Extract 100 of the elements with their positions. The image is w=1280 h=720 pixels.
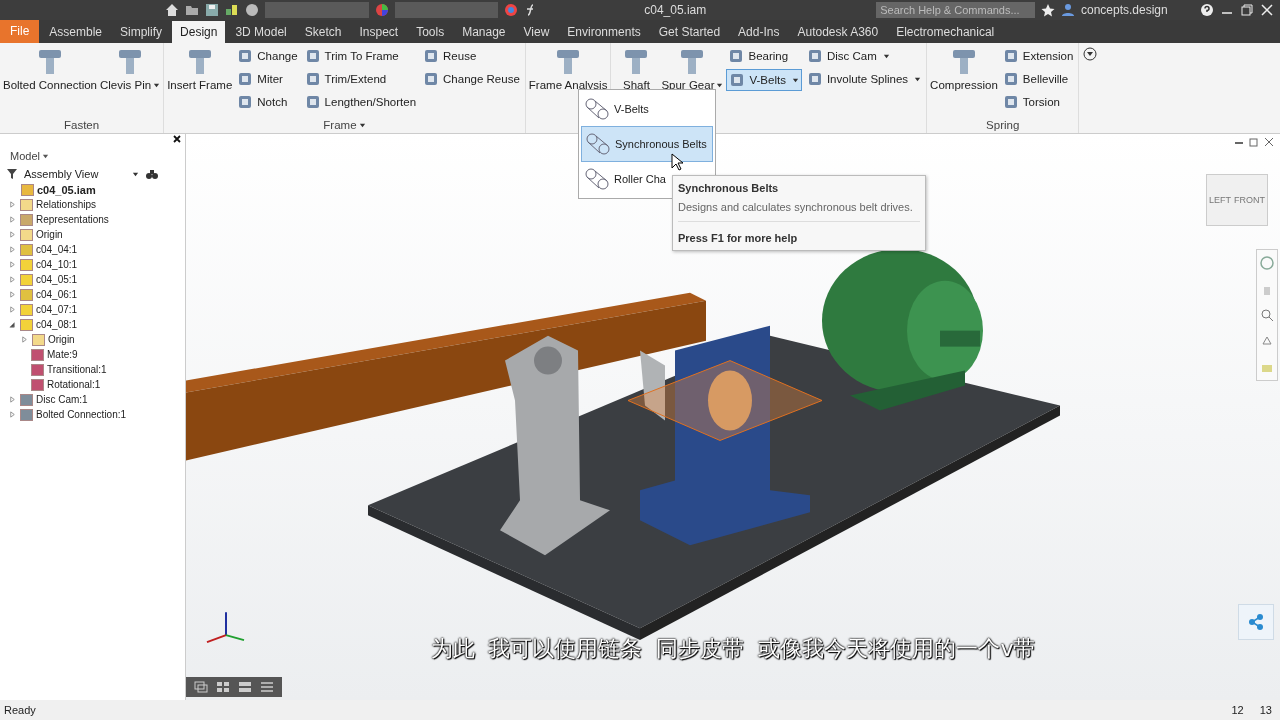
ribbon-tab[interactable]: Assemble bbox=[41, 21, 111, 43]
ribbon-button[interactable]: Lengthen/Shorten bbox=[302, 92, 419, 112]
component-icon bbox=[20, 273, 33, 286]
caret-icon[interactable] bbox=[358, 121, 366, 129]
restore-icon[interactable] bbox=[1249, 137, 1259, 147]
ribbon-button[interactable]: Trim/Extend bbox=[302, 69, 419, 89]
star-icon[interactable] bbox=[1040, 3, 1055, 17]
folder-icon[interactable] bbox=[185, 3, 199, 17]
tree-item[interactable]: Origin bbox=[36, 229, 63, 240]
ribbon-button[interactable]: Bolted Connection bbox=[3, 46, 97, 92]
ribbon-tab[interactable]: Manage bbox=[454, 21, 514, 43]
ribbon-tab[interactable]: Tools bbox=[408, 21, 453, 43]
ribbon-button[interactable]: V-Belts bbox=[726, 69, 802, 91]
group-label[interactable]: Frame bbox=[323, 119, 357, 131]
ribbon-button[interactable]: Insert Frame bbox=[167, 46, 233, 92]
zoom-icon[interactable] bbox=[1260, 308, 1274, 322]
ribbon-button[interactable]: Change Reuse bbox=[421, 69, 522, 89]
cube-face-label[interactable]: FRONT bbox=[1234, 195, 1265, 205]
cube-face-label[interactable]: LEFT bbox=[1209, 195, 1231, 205]
tree-item[interactable]: c04_05:1 bbox=[36, 274, 78, 285]
browser-title[interactable]: Model bbox=[10, 150, 40, 162]
binoculars-icon[interactable] bbox=[145, 168, 159, 180]
tree-item[interactable]: c04_07:1 bbox=[36, 304, 78, 315]
share-icon bbox=[1246, 612, 1266, 632]
tool-icon bbox=[304, 71, 321, 87]
menu-icon[interactable] bbox=[260, 681, 274, 693]
tooltip-title: Synchronous Belts bbox=[678, 182, 780, 194]
home-icon[interactable] bbox=[165, 3, 179, 17]
ribbon-tab[interactable]: Simplify bbox=[112, 21, 171, 43]
ribbon-tab[interactable]: Electromechanical bbox=[888, 21, 1003, 43]
ribbon-button[interactable]: Torsion bbox=[1000, 92, 1076, 112]
ribbon-tab[interactable]: View bbox=[515, 21, 558, 43]
filter-icon[interactable] bbox=[6, 168, 18, 180]
share-button[interactable] bbox=[1238, 604, 1274, 640]
group-label: Spring bbox=[986, 119, 1020, 131]
color-icon[interactable] bbox=[374, 3, 389, 17]
view-selector[interactable]: Assembly View bbox=[24, 168, 124, 180]
tree-item[interactable]: Disc Cam:1 bbox=[36, 394, 88, 405]
ribbon-button[interactable]: Clevis Pin bbox=[100, 46, 161, 92]
tree-item[interactable]: Bolted Connection:1 bbox=[36, 409, 127, 420]
ribbon-button[interactable]: Bearing bbox=[726, 46, 802, 66]
menu-item[interactable]: Synchronous Belts bbox=[581, 126, 713, 162]
save-icon[interactable] bbox=[205, 3, 219, 17]
ribbon-tab[interactable]: Environments bbox=[559, 21, 649, 43]
ribbon-button[interactable]: Miter bbox=[235, 69, 300, 89]
tree-item[interactable]: Mate:9 bbox=[47, 349, 78, 360]
tree-item[interactable]: c04_08:1 bbox=[36, 319, 78, 330]
help-icon[interactable] bbox=[1200, 3, 1214, 17]
restore-icon[interactable] bbox=[1240, 3, 1254, 17]
ribbon-button[interactable]: Change bbox=[235, 46, 300, 66]
ribbon-button[interactable]: Involute Splines bbox=[804, 69, 924, 89]
caret-icon[interactable] bbox=[153, 82, 161, 89]
ribbon-tab[interactable]: Get Started bbox=[650, 21, 729, 43]
ribbon-button[interactable]: Trim To Frame bbox=[302, 46, 419, 66]
tree-item[interactable]: c04_10:1 bbox=[36, 259, 78, 270]
caret-icon[interactable] bbox=[716, 82, 724, 89]
ribbon-button[interactable]: Frame Analysis bbox=[528, 46, 608, 92]
tree-item[interactable]: Origin bbox=[48, 334, 75, 345]
tree-item[interactable]: c04_05.iam bbox=[37, 183, 96, 196]
tool-icon bbox=[423, 48, 440, 64]
list-icon[interactable] bbox=[238, 681, 252, 693]
tree-item[interactable]: Transitional:1 bbox=[47, 364, 107, 375]
tree-item[interactable]: c04_06:1 bbox=[36, 289, 78, 300]
ribbon-button[interactable]: Compression bbox=[930, 46, 998, 92]
ribbon-button[interactable]: Shaft bbox=[614, 46, 659, 92]
ribbon-button[interactable]: Belleville bbox=[1000, 69, 1076, 89]
tree-item[interactable]: Representations bbox=[36, 214, 109, 225]
ribbon-tab[interactable]: Autodesk A360 bbox=[789, 21, 887, 43]
tree-item[interactable]: Rotational:1 bbox=[47, 379, 101, 390]
group-label: Fasten bbox=[63, 119, 100, 131]
ribbon-button[interactable]: Extension bbox=[1000, 46, 1076, 66]
view-cube[interactable]: LEFT FRONT bbox=[1206, 174, 1268, 226]
blocks-icon[interactable] bbox=[225, 3, 239, 17]
ribbon-tab[interactable]: 3D Model bbox=[227, 21, 295, 43]
menu-item[interactable]: V-Belts bbox=[581, 92, 713, 126]
tree-item[interactable]: Relationships bbox=[36, 199, 97, 210]
ribbon-tab[interactable]: Add-Ins bbox=[730, 21, 788, 43]
component-icon bbox=[31, 363, 44, 376]
windows-icon[interactable] bbox=[194, 681, 208, 693]
caret-icon[interactable] bbox=[882, 52, 890, 60]
tree-item[interactable]: c04_04:1 bbox=[36, 244, 78, 255]
search-field[interactable]: Search Help & Commands... bbox=[876, 2, 1035, 18]
color-icon[interactable] bbox=[504, 3, 519, 17]
close-icon[interactable] bbox=[173, 135, 181, 143]
ribbon-tab[interactable]: Sketch bbox=[296, 21, 350, 43]
caret-icon[interactable] bbox=[914, 75, 922, 83]
cursor-icon bbox=[671, 153, 683, 171]
user-icon[interactable] bbox=[1060, 3, 1075, 17]
ribbon-button[interactable]: Reuse bbox=[421, 46, 522, 66]
ribbon-button[interactable]: Disc Cam bbox=[804, 46, 924, 66]
caret-icon[interactable] bbox=[41, 152, 49, 160]
ribbon-tab[interactable]: Design bbox=[172, 21, 226, 43]
user-name[interactable]: concepts.design bbox=[1080, 3, 1194, 17]
ribbon-button[interactable]: Notch bbox=[235, 92, 300, 112]
tile-icon[interactable] bbox=[216, 681, 230, 693]
ribbon-button[interactable]: Spur Gear bbox=[661, 46, 724, 92]
ribbon-tab[interactable]: Inspect bbox=[351, 21, 407, 43]
caret-icon[interactable] bbox=[791, 76, 799, 84]
caret-icon[interactable] bbox=[132, 170, 139, 178]
expander-icon[interactable] bbox=[9, 321, 16, 328]
